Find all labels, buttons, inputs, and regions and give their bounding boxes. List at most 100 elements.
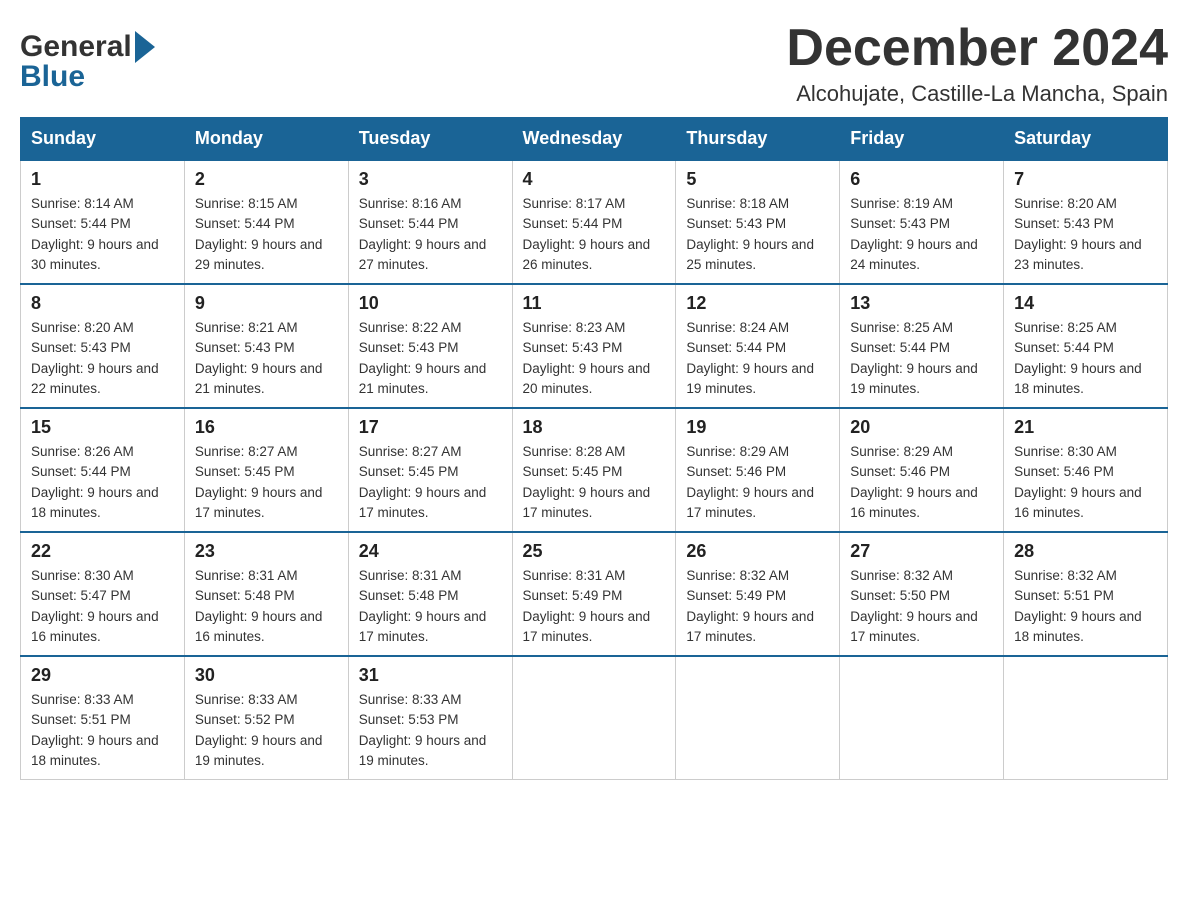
calendar-header-row: Sunday Monday Tuesday Wednesday Thursday…	[21, 118, 1168, 161]
cell-week5-day6	[1004, 656, 1168, 780]
day-number: 27	[850, 541, 993, 562]
day-number: 12	[686, 293, 829, 314]
col-sunday: Sunday	[21, 118, 185, 161]
day-info: Sunrise: 8:32 AM Sunset: 5:50 PM Dayligh…	[850, 566, 993, 647]
day-number: 23	[195, 541, 338, 562]
cell-week4-day1: 23 Sunrise: 8:31 AM Sunset: 5:48 PM Dayl…	[184, 532, 348, 656]
cell-week1-day4: 5 Sunrise: 8:18 AM Sunset: 5:43 PM Dayli…	[676, 160, 840, 284]
day-number: 28	[1014, 541, 1157, 562]
col-monday: Monday	[184, 118, 348, 161]
day-info: Sunrise: 8:15 AM Sunset: 5:44 PM Dayligh…	[195, 194, 338, 275]
day-number: 13	[850, 293, 993, 314]
cell-week2-day6: 14 Sunrise: 8:25 AM Sunset: 5:44 PM Dayl…	[1004, 284, 1168, 408]
day-number: 15	[31, 417, 174, 438]
day-number: 9	[195, 293, 338, 314]
cell-week4-day2: 24 Sunrise: 8:31 AM Sunset: 5:48 PM Dayl…	[348, 532, 512, 656]
cell-week5-day4	[676, 656, 840, 780]
cell-week2-day4: 12 Sunrise: 8:24 AM Sunset: 5:44 PM Dayl…	[676, 284, 840, 408]
day-number: 7	[1014, 169, 1157, 190]
cell-week3-day0: 15 Sunrise: 8:26 AM Sunset: 5:44 PM Dayl…	[21, 408, 185, 532]
cell-week5-day2: 31 Sunrise: 8:33 AM Sunset: 5:53 PM Dayl…	[348, 656, 512, 780]
cell-week5-day3	[512, 656, 676, 780]
cell-week4-day5: 27 Sunrise: 8:32 AM Sunset: 5:50 PM Dayl…	[840, 532, 1004, 656]
month-title: December 2024	[786, 20, 1168, 77]
week-row-1: 1 Sunrise: 8:14 AM Sunset: 5:44 PM Dayli…	[21, 160, 1168, 284]
cell-week5-day0: 29 Sunrise: 8:33 AM Sunset: 5:51 PM Dayl…	[21, 656, 185, 780]
day-info: Sunrise: 8:19 AM Sunset: 5:43 PM Dayligh…	[850, 194, 993, 275]
col-friday: Friday	[840, 118, 1004, 161]
day-number: 20	[850, 417, 993, 438]
logo-blue-text: Blue	[20, 60, 85, 94]
page-header: General Blue December 2024 Alcohujate, C…	[20, 20, 1168, 107]
week-row-3: 15 Sunrise: 8:26 AM Sunset: 5:44 PM Dayl…	[21, 408, 1168, 532]
cell-week4-day4: 26 Sunrise: 8:32 AM Sunset: 5:49 PM Dayl…	[676, 532, 840, 656]
cell-week3-day4: 19 Sunrise: 8:29 AM Sunset: 5:46 PM Dayl…	[676, 408, 840, 532]
day-info: Sunrise: 8:14 AM Sunset: 5:44 PM Dayligh…	[31, 194, 174, 275]
day-info: Sunrise: 8:17 AM Sunset: 5:44 PM Dayligh…	[523, 194, 666, 275]
col-wednesday: Wednesday	[512, 118, 676, 161]
day-info: Sunrise: 8:23 AM Sunset: 5:43 PM Dayligh…	[523, 318, 666, 399]
day-info: Sunrise: 8:22 AM Sunset: 5:43 PM Dayligh…	[359, 318, 502, 399]
day-info: Sunrise: 8:31 AM Sunset: 5:49 PM Dayligh…	[523, 566, 666, 647]
day-info: Sunrise: 8:28 AM Sunset: 5:45 PM Dayligh…	[523, 442, 666, 523]
day-info: Sunrise: 8:29 AM Sunset: 5:46 PM Dayligh…	[686, 442, 829, 523]
day-number: 31	[359, 665, 502, 686]
day-number: 10	[359, 293, 502, 314]
week-row-4: 22 Sunrise: 8:30 AM Sunset: 5:47 PM Dayl…	[21, 532, 1168, 656]
day-number: 17	[359, 417, 502, 438]
day-number: 4	[523, 169, 666, 190]
title-block: December 2024 Alcohujate, Castille-La Ma…	[786, 20, 1168, 107]
cell-week1-day2: 3 Sunrise: 8:16 AM Sunset: 5:44 PM Dayli…	[348, 160, 512, 284]
cell-week5-day1: 30 Sunrise: 8:33 AM Sunset: 5:52 PM Dayl…	[184, 656, 348, 780]
logo-arrow-icon	[135, 31, 155, 63]
day-number: 16	[195, 417, 338, 438]
col-thursday: Thursday	[676, 118, 840, 161]
day-info: Sunrise: 8:20 AM Sunset: 5:43 PM Dayligh…	[31, 318, 174, 399]
day-info: Sunrise: 8:30 AM Sunset: 5:47 PM Dayligh…	[31, 566, 174, 647]
day-info: Sunrise: 8:27 AM Sunset: 5:45 PM Dayligh…	[195, 442, 338, 523]
cell-week1-day1: 2 Sunrise: 8:15 AM Sunset: 5:44 PM Dayli…	[184, 160, 348, 284]
day-info: Sunrise: 8:16 AM Sunset: 5:44 PM Dayligh…	[359, 194, 502, 275]
cell-week3-day2: 17 Sunrise: 8:27 AM Sunset: 5:45 PM Dayl…	[348, 408, 512, 532]
day-info: Sunrise: 8:18 AM Sunset: 5:43 PM Dayligh…	[686, 194, 829, 275]
day-info: Sunrise: 8:31 AM Sunset: 5:48 PM Dayligh…	[359, 566, 502, 647]
day-number: 11	[523, 293, 666, 314]
day-info: Sunrise: 8:26 AM Sunset: 5:44 PM Dayligh…	[31, 442, 174, 523]
cell-week2-day5: 13 Sunrise: 8:25 AM Sunset: 5:44 PM Dayl…	[840, 284, 1004, 408]
day-number: 25	[523, 541, 666, 562]
day-info: Sunrise: 8:33 AM Sunset: 5:51 PM Dayligh…	[31, 690, 174, 771]
day-number: 14	[1014, 293, 1157, 314]
day-info: Sunrise: 8:25 AM Sunset: 5:44 PM Dayligh…	[850, 318, 993, 399]
cell-week2-day1: 9 Sunrise: 8:21 AM Sunset: 5:43 PM Dayli…	[184, 284, 348, 408]
cell-week1-day6: 7 Sunrise: 8:20 AM Sunset: 5:43 PM Dayli…	[1004, 160, 1168, 284]
day-info: Sunrise: 8:32 AM Sunset: 5:51 PM Dayligh…	[1014, 566, 1157, 647]
day-number: 3	[359, 169, 502, 190]
cell-week3-day1: 16 Sunrise: 8:27 AM Sunset: 5:45 PM Dayl…	[184, 408, 348, 532]
cell-week3-day3: 18 Sunrise: 8:28 AM Sunset: 5:45 PM Dayl…	[512, 408, 676, 532]
day-info: Sunrise: 8:30 AM Sunset: 5:46 PM Dayligh…	[1014, 442, 1157, 523]
day-info: Sunrise: 8:25 AM Sunset: 5:44 PM Dayligh…	[1014, 318, 1157, 399]
cell-week5-day5	[840, 656, 1004, 780]
day-number: 22	[31, 541, 174, 562]
location-text: Alcohujate, Castille-La Mancha, Spain	[786, 81, 1168, 107]
day-info: Sunrise: 8:20 AM Sunset: 5:43 PM Dayligh…	[1014, 194, 1157, 275]
col-tuesday: Tuesday	[348, 118, 512, 161]
cell-week2-day0: 8 Sunrise: 8:20 AM Sunset: 5:43 PM Dayli…	[21, 284, 185, 408]
day-number: 1	[31, 169, 174, 190]
calendar-body: 1 Sunrise: 8:14 AM Sunset: 5:44 PM Dayli…	[21, 160, 1168, 780]
cell-week3-day6: 21 Sunrise: 8:30 AM Sunset: 5:46 PM Dayl…	[1004, 408, 1168, 532]
day-number: 5	[686, 169, 829, 190]
day-number: 26	[686, 541, 829, 562]
cell-week3-day5: 20 Sunrise: 8:29 AM Sunset: 5:46 PM Dayl…	[840, 408, 1004, 532]
day-info: Sunrise: 8:29 AM Sunset: 5:46 PM Dayligh…	[850, 442, 993, 523]
cell-week1-day3: 4 Sunrise: 8:17 AM Sunset: 5:44 PM Dayli…	[512, 160, 676, 284]
cell-week2-day2: 10 Sunrise: 8:22 AM Sunset: 5:43 PM Dayl…	[348, 284, 512, 408]
day-number: 2	[195, 169, 338, 190]
day-number: 24	[359, 541, 502, 562]
cell-week4-day0: 22 Sunrise: 8:30 AM Sunset: 5:47 PM Dayl…	[21, 532, 185, 656]
calendar-table: Sunday Monday Tuesday Wednesday Thursday…	[20, 117, 1168, 780]
day-info: Sunrise: 8:24 AM Sunset: 5:44 PM Dayligh…	[686, 318, 829, 399]
col-saturday: Saturday	[1004, 118, 1168, 161]
day-number: 21	[1014, 417, 1157, 438]
day-number: 29	[31, 665, 174, 686]
